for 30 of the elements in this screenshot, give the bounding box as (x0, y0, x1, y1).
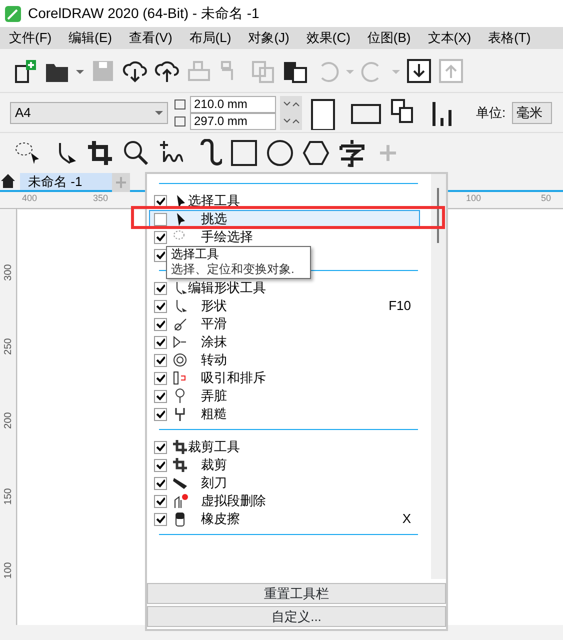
ruler-label: 150 (2, 488, 14, 505)
menu-label: 挑选 (201, 210, 227, 228)
menu-label: 手绘选择 (201, 228, 253, 246)
ruler-label: 400 (22, 194, 38, 203)
ruler-label: 50 (541, 194, 552, 203)
menu-label: 虚拟段删除 (201, 492, 266, 510)
menu-label: 平滑 (201, 315, 227, 334)
ruler-label: 350 (93, 194, 108, 203)
menu-label: 转动 (201, 351, 227, 370)
menu-label: 橡皮擦 (201, 510, 240, 528)
tooltip-title: 选择工具 (171, 247, 220, 262)
menu-label: 裁剪 (201, 456, 227, 474)
menu-label: 刻刀 (201, 474, 227, 492)
shortcut-label: F10 (388, 297, 412, 316)
menu-label: 涂抹 (201, 333, 227, 352)
ruler-label: 100 (466, 194, 482, 203)
menu-label: 形状 (201, 297, 227, 316)
menu-label: 编辑形状工具 (188, 279, 266, 298)
menu-label: 弄脏 (201, 387, 227, 406)
tooltip-text: 选择、定位和变换对象. (171, 262, 296, 277)
menu-label: 吸引和排斥 (201, 369, 266, 388)
ruler-label: 250 (2, 338, 14, 355)
ruler-label: 100 (2, 562, 14, 579)
menu-label: 粗糙 (201, 405, 227, 424)
menu-label: 裁剪工具 (188, 438, 240, 456)
window-title: CorelDRAW 2020 (64-Bit) - 未命名 -1 (28, 4, 260, 23)
units-label: 单位: (476, 104, 506, 122)
ruler-label: 200 (2, 412, 14, 429)
ruler-label: 300 (2, 264, 14, 281)
shortcut-label: X (402, 510, 412, 528)
